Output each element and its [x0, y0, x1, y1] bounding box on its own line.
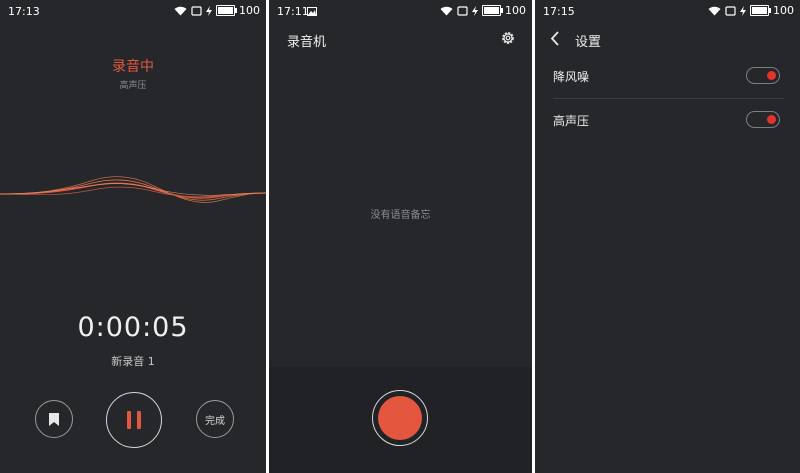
status-time: 17:11 — [277, 5, 309, 18]
record-button[interactable] — [372, 390, 428, 446]
page-title: 录音机 — [287, 35, 327, 50]
image-notification-icon — [307, 7, 317, 16]
battery-icon — [216, 5, 237, 16]
status-bar: 17:15 100 — [535, 0, 800, 24]
high-pressure-toggle[interactable] — [746, 111, 780, 128]
screen-rotate-icon — [191, 5, 202, 16]
wind-noise-toggle[interactable] — [746, 67, 780, 84]
pause-icon — [127, 411, 131, 429]
recording-name: 新录音 1 — [111, 355, 155, 368]
setting-label: 降风噪 — [553, 70, 590, 84]
done-button[interactable]: 完成 — [196, 400, 234, 438]
pause-button[interactable] — [106, 392, 162, 448]
status-time: 17:13 — [8, 5, 40, 18]
audio-waveform — [0, 176, 266, 203]
screen-rotate-icon — [725, 5, 736, 16]
recording-status-title: 录音中 — [112, 59, 154, 75]
settings-screen: 17:15 100 设置 降风噪 高声压 — [535, 0, 800, 473]
wifi-icon — [174, 6, 187, 15]
setting-row-wind-noise[interactable]: 降风噪 — [535, 55, 800, 99]
empty-state-text: 没有语音备忘 — [370, 210, 431, 221]
wifi-icon — [708, 6, 721, 15]
charging-icon — [740, 5, 746, 16]
recording-mode-label: 高声压 — [119, 81, 147, 91]
record-icon — [378, 396, 422, 440]
bookmark-icon — [49, 412, 59, 426]
battery-icon — [482, 5, 503, 16]
status-bar: 17:13 100 — [0, 0, 266, 24]
screen-rotate-icon — [457, 5, 468, 16]
page-title: 设置 — [575, 35, 602, 50]
recording-screen: 17:13 100 录音中 高声压 0:00:05 新录音 1 完成 — [0, 0, 266, 473]
wifi-icon — [440, 6, 453, 15]
battery-percent: 100 — [505, 4, 526, 17]
bookmark-button[interactable] — [35, 400, 73, 438]
charging-icon — [206, 5, 212, 16]
back-arrow-icon[interactable] — [550, 31, 560, 46]
toggle-knob — [767, 115, 776, 124]
battery-percent: 100 — [773, 4, 794, 17]
setting-row-high-pressure[interactable]: 高声压 — [535, 99, 800, 143]
recorder-home-screen: 17:11 100 录音机 没有语音备忘 — [269, 0, 532, 473]
setting-label: 高声压 — [553, 114, 590, 128]
settings-gear-icon[interactable] — [500, 30, 516, 46]
battery-percent: 100 — [239, 4, 260, 17]
battery-icon — [750, 5, 771, 16]
status-bar: 17:11 100 — [269, 0, 532, 24]
toggle-knob — [767, 71, 776, 80]
status-time: 17:15 — [543, 5, 575, 18]
recording-timer: 0:00:05 — [77, 312, 189, 343]
charging-icon — [472, 5, 478, 16]
